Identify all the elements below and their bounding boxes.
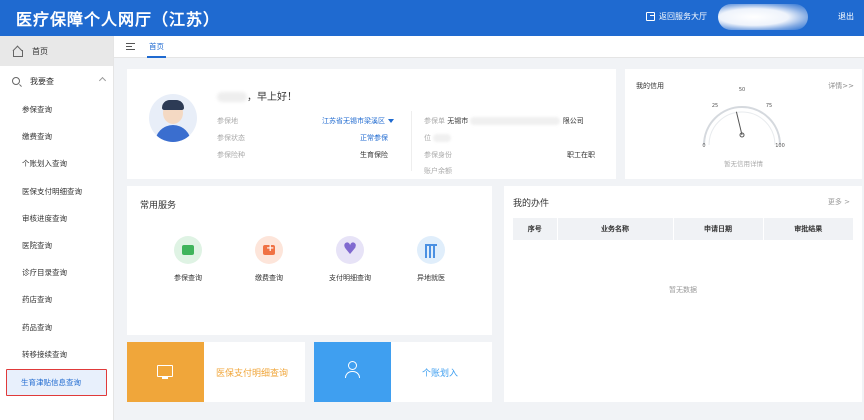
heart-icon [336,236,364,264]
insured-place-select[interactable]: 江苏省无锡市梁溪区 [322,116,394,126]
services-title: 常用服务 [140,201,177,211]
sidebar-item[interactable]: 缴费查询 [0,123,113,150]
sidebar-submenu: 参保查询 缴费查询 个账划入查询 医保支付明细查询 审核进度查询 医院查询 诊疗… [0,96,113,397]
gauge-needle [735,111,743,136]
service-remote-medical[interactable]: 异地就医 [396,236,466,283]
sidebar-item[interactable]: 医院查询 [0,232,113,259]
chevron-up-icon [98,76,107,85]
sidebar-item[interactable]: 医保支付明细查询 [0,178,113,205]
sidebar-item[interactable]: 药店查询 [0,286,113,313]
back-to-hall-button[interactable]: 返回服务大厅 [646,11,707,22]
info-identity-value: 职工在职 [567,151,595,159]
medical-kit-icon [255,236,283,264]
divider [411,111,412,171]
sidebar-group-query[interactable]: 我要查 [0,66,113,96]
sidebar-item[interactable]: 诊疗目录查询 [0,259,113,286]
sidebar-group-label: 我要查 [30,76,54,86]
tile-icon-block [127,342,204,402]
exit-icon [646,12,655,21]
service-insurance-query[interactable]: 参保查询 [153,236,223,283]
sidebar-item[interactable]: 转移接续查询 [0,341,113,368]
redacted-employer [470,117,561,125]
top-header: 医疗保障个人网厅（江苏） 返回服务大厅 退出 [0,0,864,36]
dropdown-arrow-icon [388,119,394,123]
profile-card: ，早上好！ 参保地 江苏省无锡市梁溪区 参保状态 正常参保 参保险种 生育保险 … [127,69,616,179]
gauge-tick: 50 [739,87,745,93]
info-insured-place-key: 参保地 [217,117,238,125]
user-info-redacted [718,4,808,30]
greeting: ，早上好！ [217,88,297,103]
column-header: 业务名称 [557,218,674,240]
tile-icon-block [314,342,391,402]
column-header: 申请日期 [673,218,764,240]
service-label: 支付明细查询 [329,274,371,282]
tile-label: 医保支付明细查询 [216,369,289,379]
myjobs-more-link[interactable]: 更多 > [828,197,850,207]
redacted-employer-2 [433,134,452,142]
myjobs-title: 我的办件 [513,199,550,209]
my-applications-card: 我的办件 更多 > 序号 业务名称 申请日期 审批结果 暂无数据 [504,186,862,402]
info-employer-line2: 位 [424,133,452,143]
service-label: 缴费查询 [255,274,283,282]
sidebar-item[interactable]: 参保查询 [0,96,113,123]
sidebar-item[interactable]: 药品查询 [0,314,113,341]
tile-payment-detail[interactable]: 医保支付明细查询 [127,342,305,402]
tile-account-transfer[interactable]: 个账划入 [314,342,492,402]
tile-label: 个账划入 [422,369,459,379]
search-icon [12,77,20,85]
credit-title: 我的信用 [636,82,664,90]
column-header: 审批结果 [763,218,854,240]
service-label: 参保查询 [174,274,202,282]
hospital-building-icon [417,236,445,264]
menu-toggle-icon[interactable] [126,43,135,50]
sidebar-item[interactable]: 个账划入查询 [0,150,113,177]
credit-empty-text: 暂无信用详情 [724,160,763,168]
info-status-key: 参保状态 [217,134,245,142]
info-employer: 参保单 无锡市 限公司 [424,117,584,125]
back-label: 返回服务大厅 [659,12,707,21]
sidebar-item-maternity-allowance[interactable]: 生育津贴信息查询 [6,368,107,397]
tab-home[interactable]: 首页 [147,35,166,58]
sidebar: 首页 我要查 参保查询 缴费查询 个账划入查询 医保支付明细查询 审核进度查询 … [0,36,114,420]
gauge-tick: 25 [712,103,718,109]
sidebar-item[interactable]: 审核进度查询 [0,205,113,232]
sidebar-item-home[interactable]: 首页 [0,36,113,66]
logout-button[interactable]: 退出 [838,11,854,22]
info-balance-key: 账户余额 [424,167,452,175]
home-icon [12,47,23,57]
info-identity-key: 参保身份 [424,151,452,159]
info-insurance-type-value: 生育保险 [360,151,388,159]
info-insurance-type-key: 参保险种 [217,151,245,159]
user-icon [344,361,360,379]
tab-bar: 首页 [114,36,864,58]
sidebar-home-label: 首页 [32,46,48,56]
app-title: 医疗保障个人网厅（江苏） [16,10,221,29]
common-services-card: 常用服务 参保查询 缴费查询 支付明细查询 异地就医 [127,186,492,335]
service-payment-detail-query[interactable]: 支付明细查询 [315,236,385,283]
avatar [149,94,197,142]
credit-gauge: 0 25 50 75 100 [702,87,785,149]
service-label: 异地就医 [417,274,445,282]
credit-card: 我的信用 详情>> 0 25 50 75 100 暂无信用详情 [625,69,862,179]
empty-state-text: 暂无数据 [669,286,697,294]
greeting-text: ，早上好！ [247,92,297,103]
info-status-value: 正常参保 [360,134,388,142]
gauge-tick: 100 [775,143,785,149]
id-card-icon [174,236,202,264]
credit-details-link[interactable]: 详情>> [828,81,854,91]
redacted-name [217,92,247,102]
applications-table: 序号 业务名称 申请日期 审批结果 [513,218,854,240]
service-payment-query[interactable]: 缴费查询 [234,236,304,283]
monitor-icon [157,365,173,379]
column-header: 序号 [513,218,558,240]
gauge-tick: 0 [702,143,705,149]
gauge-tick: 75 [766,103,772,109]
